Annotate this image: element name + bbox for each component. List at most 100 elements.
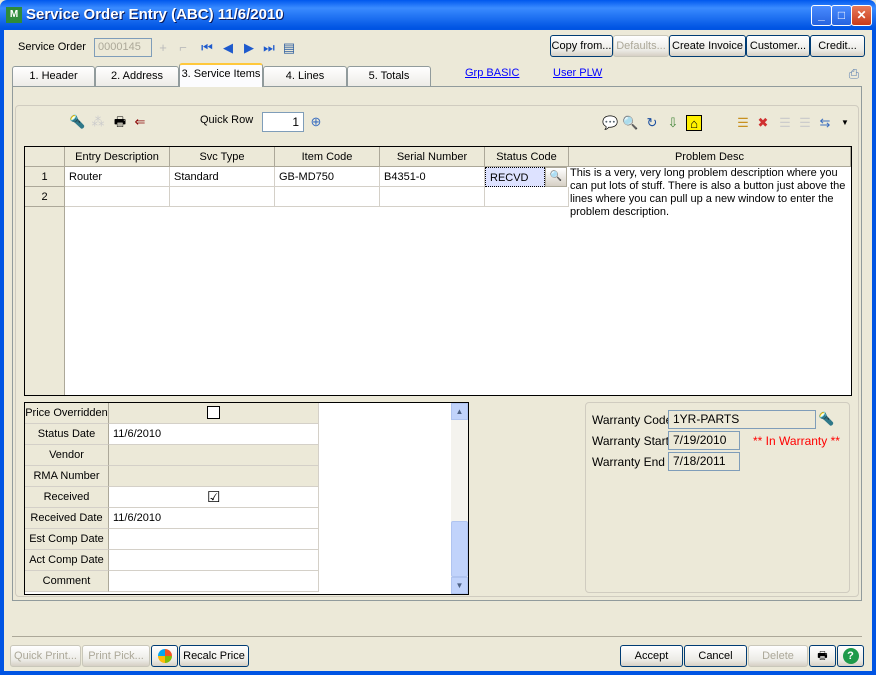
vendor-field[interactable]: [109, 445, 319, 466]
comment-field[interactable]: [109, 571, 319, 592]
vendor-label: Vendor: [25, 445, 109, 466]
lookup-flashlight-icon[interactable]: 🔦: [69, 114, 85, 130]
scanner-icon[interactable]: 🖶: [112, 114, 128, 130]
comment-label: Comment: [25, 571, 109, 592]
received-date-field[interactable]: 11/6/2010: [109, 508, 319, 529]
cell-status-code[interactable]: RECVD: [485, 167, 545, 187]
print-button[interactable]: 🖶: [809, 645, 836, 667]
tab-header[interactable]: 1. Header: [12, 66, 95, 87]
panel-layout-icon[interactable]: ⎙: [846, 66, 862, 82]
received-checkbox[interactable]: ☑: [207, 487, 220, 508]
status-date-field[interactable]: 11/6/2010: [109, 424, 319, 445]
customize-grid-icon[interactable]: ⇆: [817, 115, 833, 131]
dropdown-arrow-icon[interactable]: ▼: [837, 115, 853, 131]
outdent-icon: ☰: [799, 115, 811, 130]
act-comp-date-label: Act Comp Date: [25, 550, 109, 571]
minimize-button[interactable]: _: [811, 5, 832, 26]
cell-svc-type[interactable]: [170, 187, 275, 207]
printer-icon: 🖶: [817, 650, 828, 662]
details-scrollbar[interactable]: ▲ ▼: [451, 403, 468, 594]
app-icon: M: [6, 7, 22, 23]
warranty-code-field[interactable]: 1YR-PARTS: [668, 410, 816, 429]
tab-address[interactable]: 2. Address: [95, 66, 179, 87]
cell-problem-desc[interactable]: This is a very, very long problem descri…: [569, 167, 851, 225]
column-header-status-code[interactable]: Status Code: [485, 147, 569, 167]
scroll-up-icon[interactable]: ▲: [451, 403, 468, 420]
quick-row-input[interactable]: 1: [262, 112, 304, 132]
scroll-down-icon[interactable]: ▼: [451, 577, 468, 594]
delete-order-icon[interactable]: ⌐: [175, 40, 191, 56]
cancel-button[interactable]: Cancel: [684, 645, 747, 667]
column-header-item-code[interactable]: Item Code: [275, 147, 380, 167]
cell-status-code[interactable]: [485, 187, 569, 207]
delete-button[interactable]: Delete: [748, 645, 808, 667]
quick-row-go-icon[interactable]: ⊕: [308, 114, 324, 130]
tab-service-items[interactable]: 3. Service Items: [179, 63, 263, 87]
price-overridden-label: Price Overridden: [25, 403, 109, 424]
accept-button[interactable]: Accept: [620, 645, 683, 667]
column-header-entry-description[interactable]: Entry Description: [65, 147, 170, 167]
previous-record-icon[interactable]: ◀: [220, 40, 236, 56]
next-record-icon[interactable]: ▶: [241, 40, 257, 56]
cell-item-code[interactable]: [275, 187, 380, 207]
close-button[interactable]: ✕: [851, 5, 872, 26]
cell-entry-description[interactable]: [65, 187, 170, 207]
row-number[interactable]: 1: [25, 167, 65, 187]
cell-serial-number[interactable]: [380, 187, 485, 207]
recalc-price-button[interactable]: Recalc Price: [179, 645, 249, 667]
act-comp-date-field[interactable]: [109, 550, 319, 571]
column-header-serial-number[interactable]: Serial Number: [380, 147, 485, 167]
user-plw-link[interactable]: User PLW: [553, 67, 602, 79]
column-header-svc-type[interactable]: Svc Type: [170, 147, 275, 167]
windows-button[interactable]: [151, 645, 178, 667]
maximize-button[interactable]: □: [831, 5, 852, 26]
scroll-thumb[interactable]: [451, 521, 468, 577]
last-record-icon[interactable]: ⏭: [261, 40, 277, 56]
service-order-input[interactable]: 0000145: [94, 38, 152, 57]
defaults-button[interactable]: Defaults...: [613, 35, 669, 57]
copy-from-button[interactable]: Copy from...: [550, 35, 613, 57]
warranty-end-label: Warranty End: [592, 455, 665, 469]
create-invoice-button[interactable]: Create Invoice: [669, 35, 746, 57]
customer-button[interactable]: Customer...: [746, 35, 810, 57]
indent-icon: ☰: [779, 115, 791, 130]
est-comp-date-field[interactable]: [109, 529, 319, 550]
cell-serial-number[interactable]: B4351-0: [380, 167, 485, 187]
first-record-icon[interactable]: ⏮: [199, 40, 215, 56]
insert-row-icon[interactable]: ☰: [735, 115, 751, 131]
memo-icon[interactable]: ▤: [281, 40, 297, 56]
warranty-start-field[interactable]: 7/19/2010: [668, 431, 740, 450]
received-date-label: Received Date: [25, 508, 109, 529]
home-folder-icon[interactable]: ⌂: [686, 115, 702, 131]
window-title: Service Order Entry (ABC) 11/6/2010: [26, 6, 284, 23]
refresh-icon[interactable]: ↻: [644, 115, 660, 131]
download-icon[interactable]: ⇩: [665, 115, 681, 131]
tab-totals[interactable]: 5. Totals: [347, 66, 431, 87]
new-order-icon[interactable]: +: [155, 40, 171, 56]
tab-lines[interactable]: 4. Lines: [263, 66, 347, 87]
delete-row-icon[interactable]: ✖: [755, 115, 771, 131]
print-pick-button[interactable]: Print Pick...: [82, 645, 150, 667]
received-cell: ☑: [109, 487, 319, 508]
cell-svc-type[interactable]: Standard: [170, 167, 275, 187]
comment-icon[interactable]: 💬: [602, 115, 618, 131]
help-button[interactable]: ?: [837, 645, 864, 667]
help-icon: ?: [842, 648, 859, 664]
received-label: Received: [25, 487, 109, 508]
warranty-start-label: Warranty Start: [592, 434, 669, 448]
credit-button[interactable]: Credit...: [810, 35, 865, 57]
quick-row-label: Quick Row: [200, 114, 254, 126]
column-header-problem-desc[interactable]: Problem Desc: [569, 147, 851, 167]
warranty-lookup-icon[interactable]: 🔦: [818, 411, 834, 427]
grp-basic-link[interactable]: Grp BASIC: [465, 67, 519, 79]
rma-number-field[interactable]: [109, 466, 319, 487]
cell-entry-description[interactable]: Router: [65, 167, 170, 187]
quick-print-button[interactable]: Quick Print...: [10, 645, 81, 667]
warranty-end-field[interactable]: 7/18/2011: [668, 452, 740, 471]
cell-item-code[interactable]: GB-MD750: [275, 167, 380, 187]
zoom-line-icon[interactable]: 🔍: [622, 115, 638, 131]
row-number[interactable]: 2: [25, 187, 65, 207]
import-icon[interactable]: ⇐: [132, 114, 148, 130]
price-overridden-checkbox[interactable]: [207, 406, 220, 419]
status-lookup-button[interactable]: 🔍: [545, 167, 567, 187]
